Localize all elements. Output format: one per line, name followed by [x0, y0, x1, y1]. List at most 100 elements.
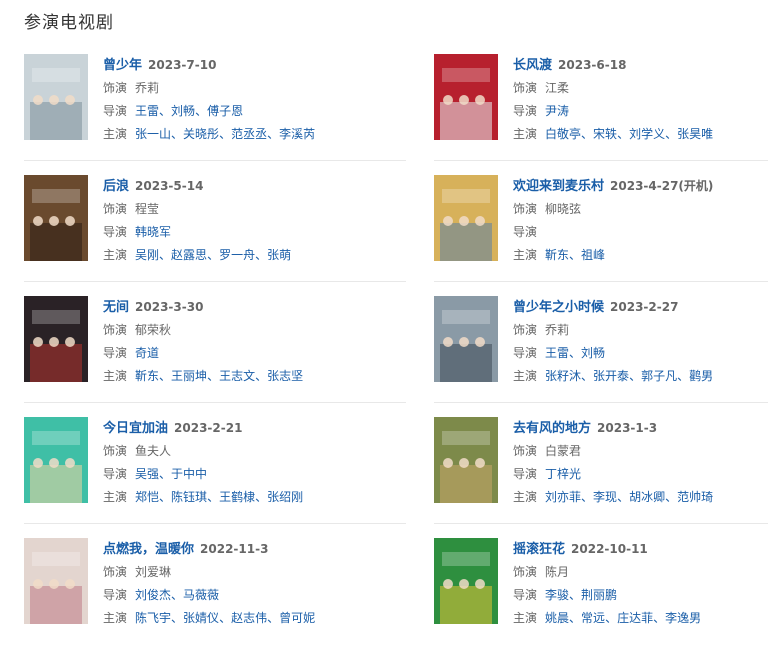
title-line: 曾少年之小时候 2023-2-27 [513, 296, 768, 319]
separator: 、 [569, 346, 582, 360]
cast-link[interactable]: 刘亦菲 [545, 490, 581, 504]
cast-line: 主演 陈飞宇、张婧仪、赵志伟、曾可妮 [103, 607, 424, 630]
cast-link[interactable]: 张婧仪 [183, 611, 219, 625]
cast-link[interactable]: 罗一舟 [219, 248, 255, 262]
director-link[interactable]: 吴强 [135, 467, 159, 481]
cast-link[interactable]: 王丽坤 [171, 369, 207, 383]
show-poster[interactable] [434, 54, 498, 140]
cast-link[interactable]: 郭子凡 [641, 369, 677, 383]
cast-link[interactable]: 刘学义 [629, 127, 665, 141]
cast-link[interactable]: 白敬亭 [545, 127, 581, 141]
show-row: 后浪 2023-5-14 饰演 程莹 导演 韩晓军 主演 吴刚、赵露思、罗一舟、张萌 欢迎来到麦… [0, 161, 768, 282]
cast-line: 主演 刘亦菲、李现、胡冰卿、范帅琦 [513, 486, 768, 509]
role-label: 饰演 [513, 323, 538, 337]
show-title-link[interactable]: 曾少年 [103, 58, 142, 73]
show-poster[interactable] [24, 296, 88, 382]
director-link[interactable]: 刘俊杰 [135, 588, 171, 602]
director-line: 导演 刘俊杰、马薇薇 [103, 584, 424, 607]
show-poster[interactable] [24, 175, 88, 261]
separator: 、 [171, 127, 184, 141]
cast-label: 主演 [513, 248, 538, 262]
cast-link[interactable]: 姚晨 [545, 611, 569, 625]
show-title-link[interactable]: 欢迎来到麦乐村 [513, 179, 604, 194]
director-link[interactable]: 李骏 [545, 588, 569, 602]
cast-link[interactable]: 张昊唯 [677, 127, 713, 141]
cast-link[interactable]: 陈钰琪 [171, 490, 207, 504]
director-link[interactable]: 王雷 [545, 346, 569, 360]
show-title-link[interactable]: 去有风的地方 [513, 421, 591, 436]
cast-link[interactable]: 王鹤棣 [219, 490, 255, 504]
show-poster[interactable] [434, 417, 498, 503]
director-link[interactable]: 韩晓军 [135, 225, 171, 239]
show-card: 曾少年 2023-7-10 饰演 乔莉 导演 王雷、刘畅、傅子恩 主演 张一山、关晓彤、范丞丞… [24, 40, 424, 160]
show-poster[interactable] [434, 175, 498, 261]
show-info: 去有风的地方 2023-1-3 饰演 白蒙君 导演 丁梓光 主演 刘亦菲、李现、胡冰卿、范帅琦 [513, 417, 768, 509]
cast-label: 主演 [103, 611, 128, 625]
cast-link[interactable]: 张开泰 [593, 369, 629, 383]
cast-link[interactable]: 张一山 [135, 127, 171, 141]
director-link[interactable]: 丁梓光 [545, 467, 581, 481]
cast-link[interactable]: 曾可妮 [279, 611, 315, 625]
show-title-link[interactable]: 今日宜加油 [103, 421, 168, 436]
show-title-link[interactable]: 无间 [103, 300, 129, 315]
cast-link[interactable]: 郑恺 [135, 490, 159, 504]
director-link[interactable]: 王雷 [135, 104, 159, 118]
show-poster[interactable] [24, 417, 88, 503]
cast-link[interactable]: 靳东 [135, 369, 159, 383]
cast-label: 主演 [513, 490, 538, 504]
cast-link[interactable]: 宋轶 [593, 127, 617, 141]
show-card: 点燃我，温暖你 2022-11-3 饰演 刘爱琳 导演 刘俊杰、马薇薇 主演 陈飞宇、张婧仪、… [24, 524, 424, 644]
cast-link[interactable]: 靳东 [545, 248, 569, 262]
cast-link[interactable]: 范丞丞 [231, 127, 267, 141]
cast-link[interactable]: 庄达菲 [617, 611, 653, 625]
director-link[interactable]: 马薇薇 [183, 588, 219, 602]
role-line: 饰演 程莹 [103, 198, 424, 221]
cast-label: 主演 [103, 369, 128, 383]
cast-link[interactable]: 李逸男 [665, 611, 701, 625]
director-link[interactable]: 刘畅 [171, 104, 195, 118]
role-name: 乔莉 [545, 323, 570, 337]
cast-link[interactable]: 赵志伟 [231, 611, 267, 625]
cast-link[interactable]: 王志文 [219, 369, 255, 383]
show-title-link[interactable]: 点燃我，温暖你 [103, 542, 194, 557]
show-info: 今日宜加油 2023-2-21 饰演 鱼夫人 导演 吴强、于中中 主演 郑恺、陈钰琪、王鹤棣、… [103, 417, 424, 509]
show-title-link[interactable]: 曾少年之小时候 [513, 300, 604, 315]
show-poster[interactable] [434, 538, 498, 624]
cast-link[interactable]: 张萌 [267, 248, 291, 262]
separator: 、 [581, 369, 594, 383]
cast-link[interactable]: 张绍刚 [267, 490, 303, 504]
cast-label: 主演 [103, 490, 128, 504]
show-poster[interactable] [24, 538, 88, 624]
cast-link[interactable]: 祖峰 [581, 248, 605, 262]
director-link[interactable]: 刘畅 [581, 346, 605, 360]
cast-link[interactable]: 关晓彤 [183, 127, 219, 141]
director-link[interactable]: 于中中 [171, 467, 207, 481]
separator: 、 [569, 248, 582, 262]
cast-link[interactable]: 常远 [581, 611, 605, 625]
director-link[interactable]: 荆丽鹏 [581, 588, 617, 602]
show-title-link[interactable]: 长风渡 [513, 58, 552, 73]
separator: 、 [629, 369, 642, 383]
cast-link[interactable]: 范帅琦 [677, 490, 713, 504]
director-label: 导演 [513, 588, 538, 602]
role-name: 程莹 [135, 202, 160, 216]
director-label: 导演 [103, 467, 128, 481]
cast-link[interactable]: 胡冰卿 [629, 490, 665, 504]
role-label: 饰演 [513, 444, 538, 458]
cast-link[interactable]: 陈飞宇 [135, 611, 171, 625]
separator: 、 [159, 490, 172, 504]
show-poster[interactable] [24, 54, 88, 140]
cast-link[interactable]: 李溪芮 [279, 127, 315, 141]
director-link[interactable]: 傅子恩 [207, 104, 243, 118]
cast-link[interactable]: 张籽沐 [545, 369, 581, 383]
show-poster[interactable] [434, 296, 498, 382]
show-title-link[interactable]: 摇滚狂花 [513, 542, 565, 557]
show-title-link[interactable]: 后浪 [103, 179, 129, 194]
cast-link[interactable]: 张志坚 [267, 369, 303, 383]
cast-link[interactable]: 李现 [593, 490, 617, 504]
cast-link[interactable]: 吴刚 [135, 248, 159, 262]
cast-link[interactable]: 鹳男 [689, 369, 713, 383]
cast-link[interactable]: 赵露思 [171, 248, 207, 262]
director-link[interactable]: 尹涛 [545, 104, 569, 118]
director-link[interactable]: 奇道 [135, 346, 159, 360]
